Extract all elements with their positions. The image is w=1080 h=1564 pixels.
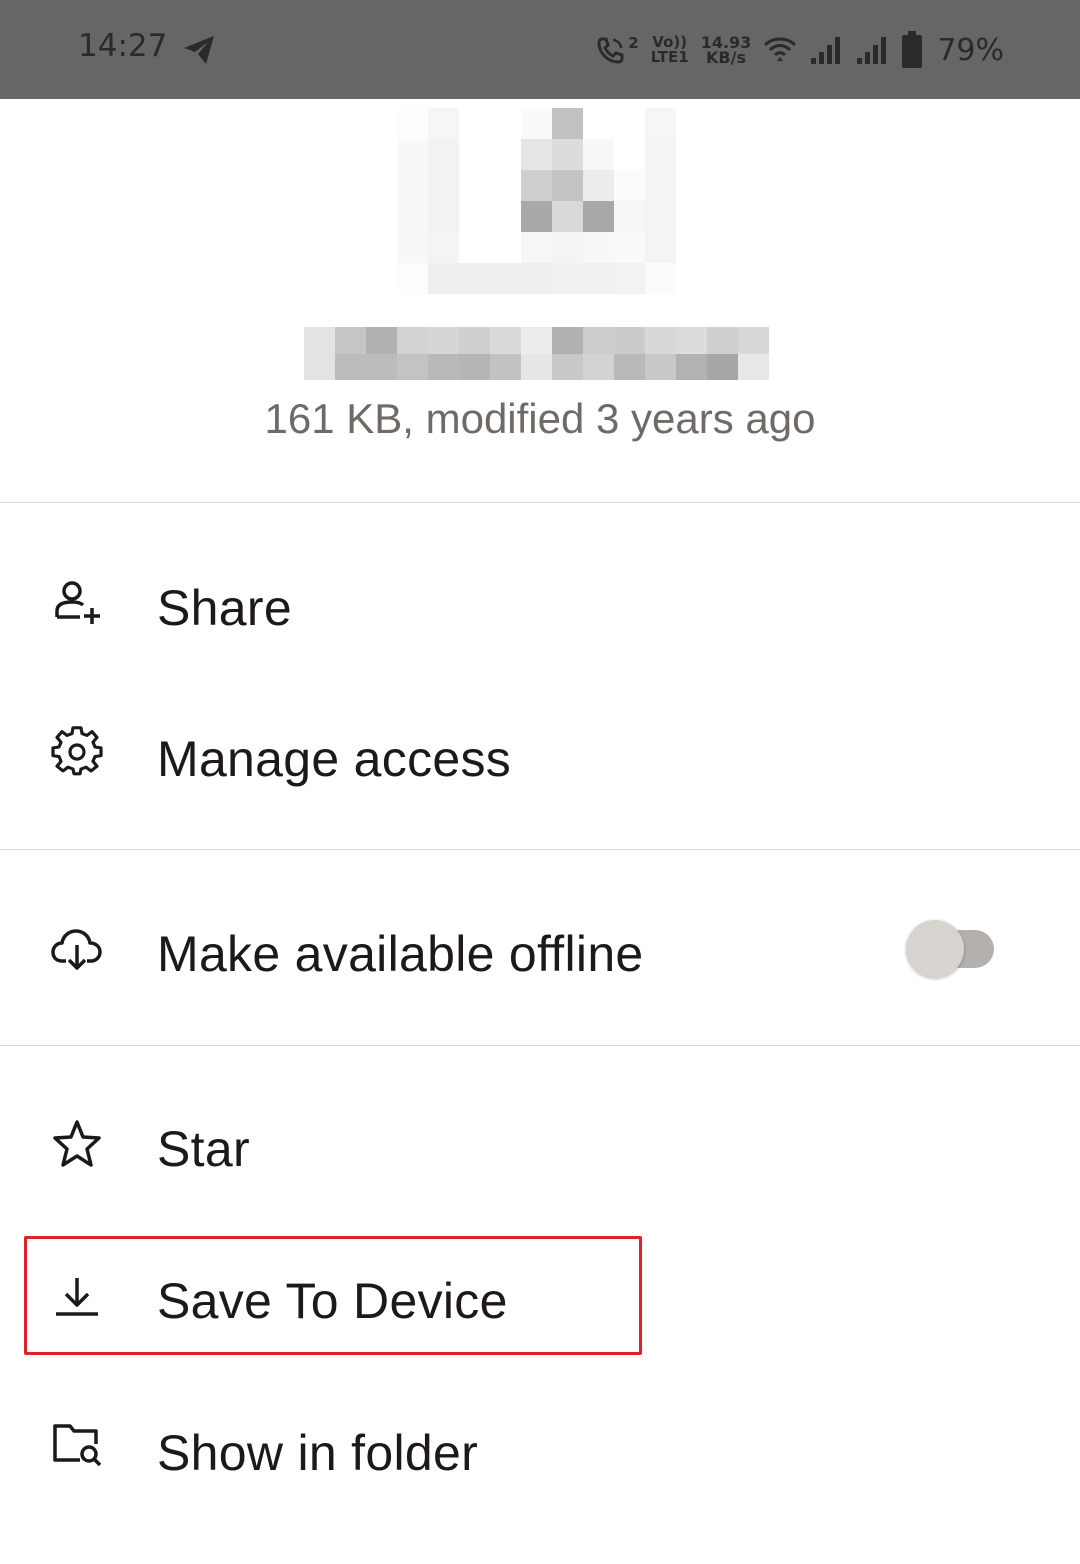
manage-access-label: Manage access (157, 731, 512, 787)
wifi-icon (764, 37, 797, 61)
divider (0, 1045, 1080, 1046)
status-time: 14:27 (78, 28, 168, 64)
status-bar: 14:27 2 Vo)) LTE1 14.93 KB/s 79% (0, 0, 1080, 99)
divider (0, 849, 1080, 850)
battery-icon (902, 31, 923, 68)
offline-toggle[interactable] (906, 920, 996, 978)
share-label: Share (157, 580, 292, 636)
file-name-redacted (304, 327, 769, 380)
telegram-icon (184, 36, 214, 64)
toggle-thumb (906, 920, 964, 978)
battery-percent: 79% (937, 32, 1004, 68)
network-speed: 14.93 KB/s (700, 33, 752, 67)
file-thumbnail (397, 108, 676, 296)
menu-item-star[interactable]: Star (0, 1088, 1080, 1208)
show-in-folder-label: Show in folder (157, 1425, 479, 1481)
divider (0, 502, 1080, 503)
file-meta: 161 KB, modified 3 years ago (264, 395, 816, 442)
signal-sim2-icon (857, 37, 887, 64)
menu-item-show-in-folder[interactable]: Show in folder (0, 1392, 1080, 1512)
folder-search-icon (53, 1424, 102, 1467)
cloud-download-icon (51, 929, 102, 970)
gear-icon (51, 726, 103, 776)
share-person-icon (55, 581, 100, 624)
star-label: Star (157, 1121, 250, 1177)
wifi-calling-icon (597, 37, 624, 64)
offline-label: Make available offline (157, 926, 644, 982)
star-icon (53, 1120, 101, 1167)
menu-item-manage-access[interactable]: Manage access (0, 698, 1080, 818)
call-sim-label: 2 (628, 33, 639, 52)
signal-sim1-icon (811, 37, 841, 64)
menu-item-share[interactable]: Share (0, 547, 1080, 667)
volte-indicator: Vo)) LTE1 (650, 33, 689, 66)
status-icons: 2 Vo)) LTE1 14.93 KB/s 79% (596, 26, 1004, 74)
highlight-box (24, 1236, 642, 1355)
